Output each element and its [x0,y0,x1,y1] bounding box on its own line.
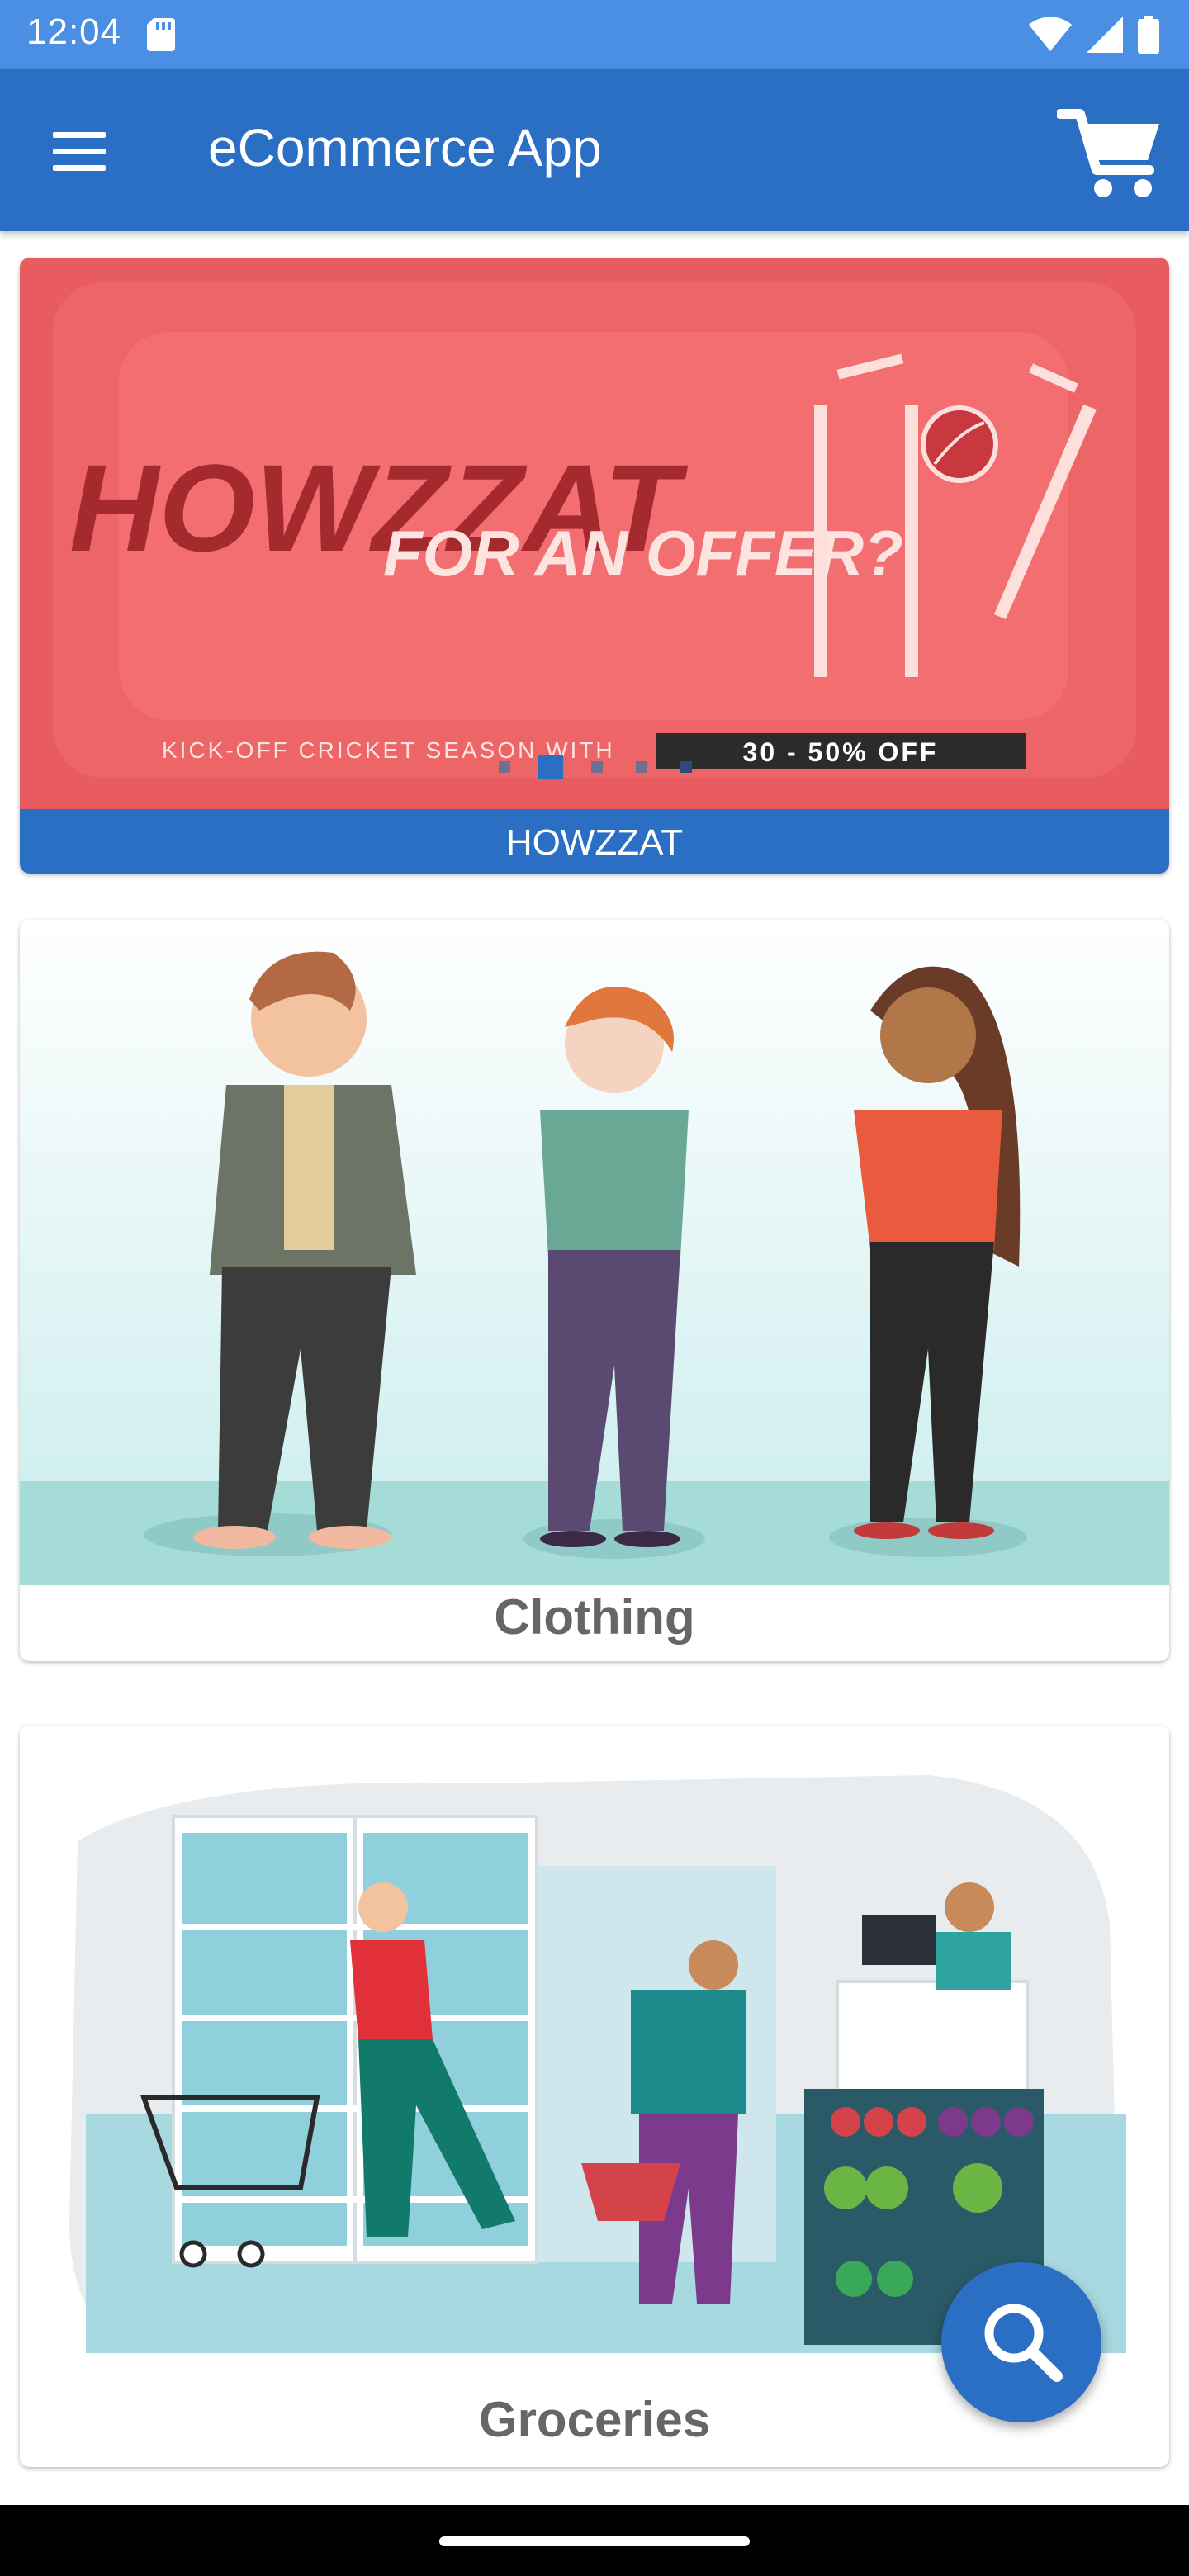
clothing-illustration [20,920,1169,1585]
signal-icon [1087,17,1123,53]
wifi-icon [1029,17,1072,51]
banner-offer: 30 - 50% OFF [743,737,939,767]
app-title: eCommerce App [208,118,602,178]
search-fab-button[interactable] [941,2262,1101,2422]
carousel-dot [499,761,510,773]
carousel-dot [680,761,692,773]
app-bar: eCommerce App [0,69,1189,231]
status-bar: 12:04 [0,0,1189,69]
promo-banner-image: HOWZZAT FOR AN OFFER? KICK-OFF CRICKET S… [20,258,1169,809]
home-gesture-handle[interactable] [439,2536,750,2546]
hamburger-menu-icon[interactable] [48,127,114,177]
banner-caption: HOWZZAT [20,809,1169,874]
carousel-dot [636,761,647,773]
battery-icon [1138,16,1159,54]
status-time: 12:04 [26,12,122,52]
carousel-dot [591,761,603,773]
category-label-clothing: Clothing [494,1589,695,1645]
shopping-cart-icon[interactable] [1057,102,1164,201]
category-card-clothing[interactable]: Clothing [20,920,1169,1661]
carousel-indicator [499,755,692,779]
carousel-dot-active [538,755,563,779]
system-navigation-bar [0,2505,1189,2576]
sd-card-icon [147,18,175,51]
search-icon [984,2304,1063,2382]
